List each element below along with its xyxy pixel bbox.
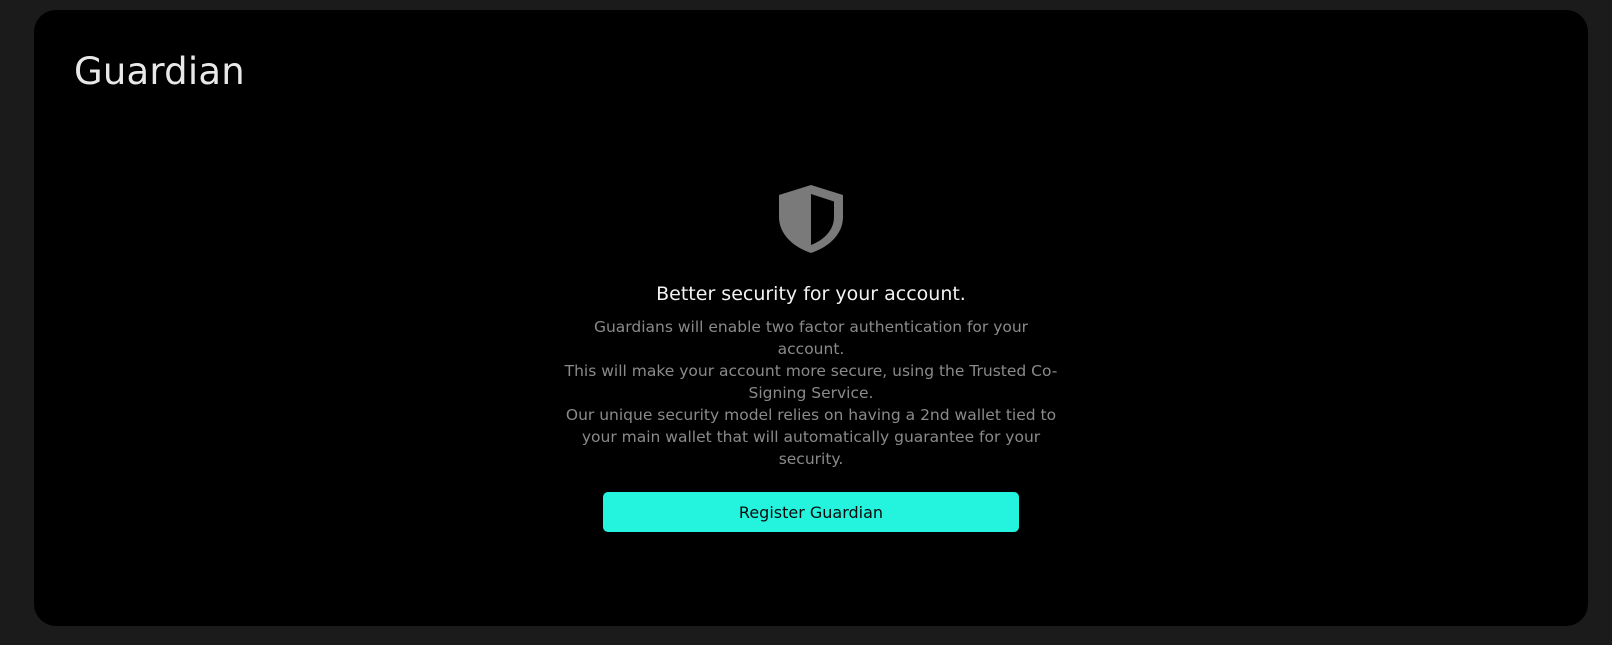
description-line-2: This will make your account more secure,… bbox=[564, 362, 1058, 402]
shield-icon bbox=[779, 185, 843, 253]
guardian-empty-state: Better security for your account. Guardi… bbox=[34, 183, 1588, 532]
guardian-card: Guardian Better security for your accoun… bbox=[34, 10, 1588, 626]
register-guardian-button[interactable]: Register Guardian bbox=[603, 492, 1019, 532]
security-description: Guardians will enable two factor authent… bbox=[561, 316, 1061, 470]
page-title: Guardian bbox=[74, 50, 245, 93]
security-heading: Better security for your account. bbox=[656, 283, 966, 305]
description-line-1: Guardians will enable two factor authent… bbox=[593, 318, 1029, 358]
description-line-3: Our unique security model relies on havi… bbox=[565, 406, 1057, 468]
